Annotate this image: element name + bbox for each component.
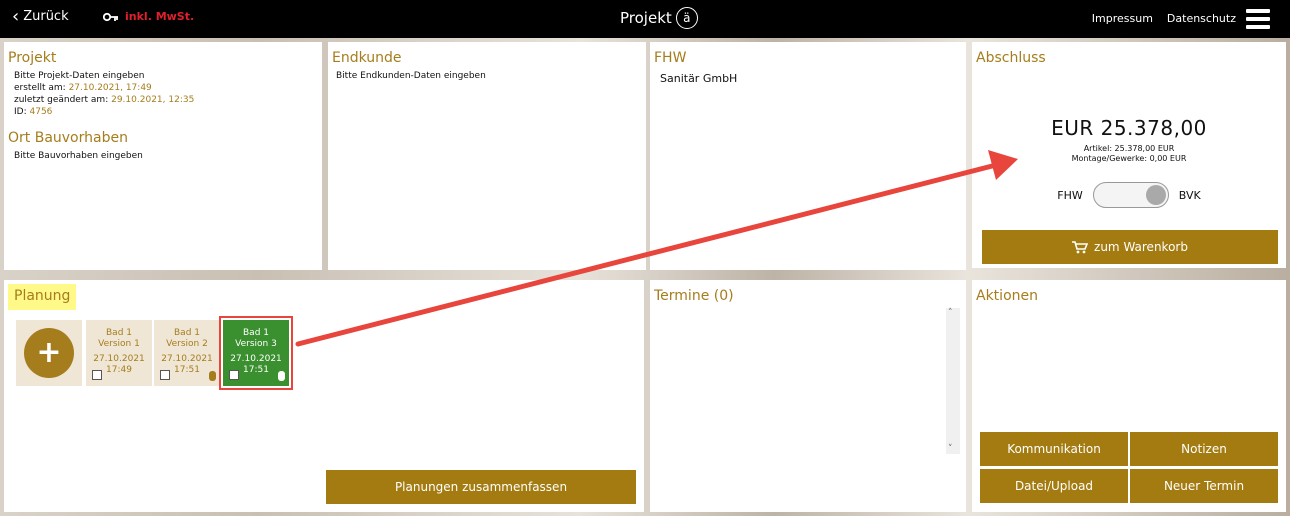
changed-label: zuletzt geändert am: <box>14 95 109 105</box>
planung-heading: Planung <box>8 284 77 310</box>
database-icon <box>278 371 285 381</box>
vat-toggle[interactable]: inkl. MwSt. <box>103 10 194 23</box>
projekt-prompt: Bitte Projekt-Daten eingeben <box>14 71 145 81</box>
impressum-link[interactable]: Impressum <box>1092 12 1153 25</box>
projekt-heading: Projekt <box>8 50 57 66</box>
add-planning-button[interactable]: + <box>16 320 82 386</box>
termine-scrollbar[interactable]: ˄ ˅ <box>946 308 960 454</box>
tile-date: 27.10.2021 <box>230 354 282 364</box>
tile-version: Version 1 <box>98 339 140 349</box>
artikel-amount: Artikel: 25.378,00 EUR <box>1083 144 1175 153</box>
neuer-termin-button[interactable]: Neuer Termin <box>1130 469 1278 503</box>
toggle-right-label: BVK <box>1178 188 1201 202</box>
tile-name: Bad 1 <box>174 328 200 338</box>
footer-links: Impressum Datenschutz <box>1092 12 1236 25</box>
fhw-bvk-toggle[interactable] <box>1092 182 1169 208</box>
cart-button[interactable]: zum Warenkorb <box>982 230 1278 264</box>
planung-panel: Planung + Bad 1 Version 1 27.10.2021 17:… <box>4 280 644 512</box>
merge-plannings-button[interactable]: Planungen zusammenfassen <box>326 470 636 504</box>
aktionen-panel: Aktionen Kommunikation Notizen Datei/Upl… <box>972 280 1286 512</box>
page-title-text: Projekt <box>620 9 672 27</box>
created-label: erstellt am: <box>14 83 66 93</box>
cart-icon <box>1072 240 1089 253</box>
fhw-panel[interactable]: FHW Sanitär GmbH <box>650 42 966 270</box>
planning-tile-3-selected[interactable]: Bad 1 Version 3 27.10.2021 17:51 <box>219 316 293 390</box>
endkunde-panel[interactable]: Endkunde Bitte Endkunden-Daten eingeben <box>328 42 646 270</box>
created-value: 27.10.2021, 17:49 <box>68 83 152 93</box>
back-button[interactable]: ‹ Zurück <box>12 5 69 27</box>
page-title: Projekt ä <box>620 7 698 29</box>
id-value: 4756 <box>29 107 53 117</box>
endkunde-prompt: Bitte Endkunden-Daten eingeben <box>336 71 486 81</box>
price-mode-toggle-row: FHW BVK <box>972 182 1286 208</box>
toggle-knob <box>1145 185 1166 205</box>
abschluss-heading: Abschluss <box>976 50 1046 66</box>
fhw-company: Sanitär GmbH <box>660 72 738 85</box>
planning-tile-1[interactable]: Bad 1 Version 1 27.10.2021 17:49 <box>86 320 152 386</box>
hamburger-menu-icon[interactable] <box>1246 9 1270 29</box>
tile-version: Version 3 <box>235 339 277 349</box>
tile-date: 27.10.2021 <box>161 354 213 364</box>
tile-name: Bad 1 <box>243 328 269 338</box>
database-icon <box>209 371 216 381</box>
tile-version: Version 2 <box>166 339 208 349</box>
abschluss-panel: Abschluss EUR 25.378,00 Artikel: 25.378,… <box>972 42 1286 268</box>
changed-value: 29.10.2021, 12:35 <box>111 95 195 105</box>
brand-logo-icon: ä <box>675 7 698 29</box>
chevron-up-icon[interactable]: ˄ <box>948 308 953 318</box>
tile-checkbox[interactable] <box>229 370 239 380</box>
datei-upload-button[interactable]: Datei/Upload <box>980 469 1128 503</box>
chevron-down-icon[interactable]: ˅ <box>948 444 953 454</box>
id-label: ID: <box>14 107 27 117</box>
notizen-button[interactable]: Notizen <box>1130 432 1278 466</box>
endkunde-heading: Endkunde <box>332 50 402 66</box>
montage-amount: Montage/Gewerke: 0,00 EUR <box>1071 154 1187 163</box>
key-icon <box>103 12 118 21</box>
plus-icon: + <box>24 328 74 378</box>
tile-name: Bad 1 <box>106 328 132 338</box>
tile-checkbox[interactable] <box>92 370 102 380</box>
ort-heading: Ort Bauvorhaben <box>8 130 128 146</box>
ort-prompt: Bitte Bauvorhaben eingeben <box>14 151 143 161</box>
toggle-left-label: FHW <box>1057 188 1083 202</box>
tile-checkbox[interactable] <box>160 370 170 380</box>
chevron-left-icon: ‹ <box>12 5 20 27</box>
vat-label: inkl. MwSt. <box>125 10 195 23</box>
fhw-heading: FHW <box>654 50 687 66</box>
back-label: Zurück <box>23 9 69 24</box>
kommunikation-button[interactable]: Kommunikation <box>980 432 1128 466</box>
projekt-panel[interactable]: Projekt Bitte Projekt-Daten eingeben ers… <box>4 42 322 270</box>
aktionen-heading: Aktionen <box>976 288 1038 304</box>
tile-date: 27.10.2021 <box>93 354 145 364</box>
termine-heading: Termine (0) <box>654 288 734 304</box>
termine-panel: Termine (0) ˄ ˅ <box>650 280 966 512</box>
datenschutz-link[interactable]: Datenschutz <box>1167 12 1236 25</box>
top-bar: ‹ Zurück inkl. MwSt. Projekt ä Impressum… <box>0 0 1290 38</box>
planning-tile-2[interactable]: Bad 1 Version 2 27.10.2021 17:51 <box>154 320 220 386</box>
total-amount: EUR 25.378,00 <box>1051 116 1207 140</box>
cart-button-label: zum Warenkorb <box>1094 240 1188 254</box>
